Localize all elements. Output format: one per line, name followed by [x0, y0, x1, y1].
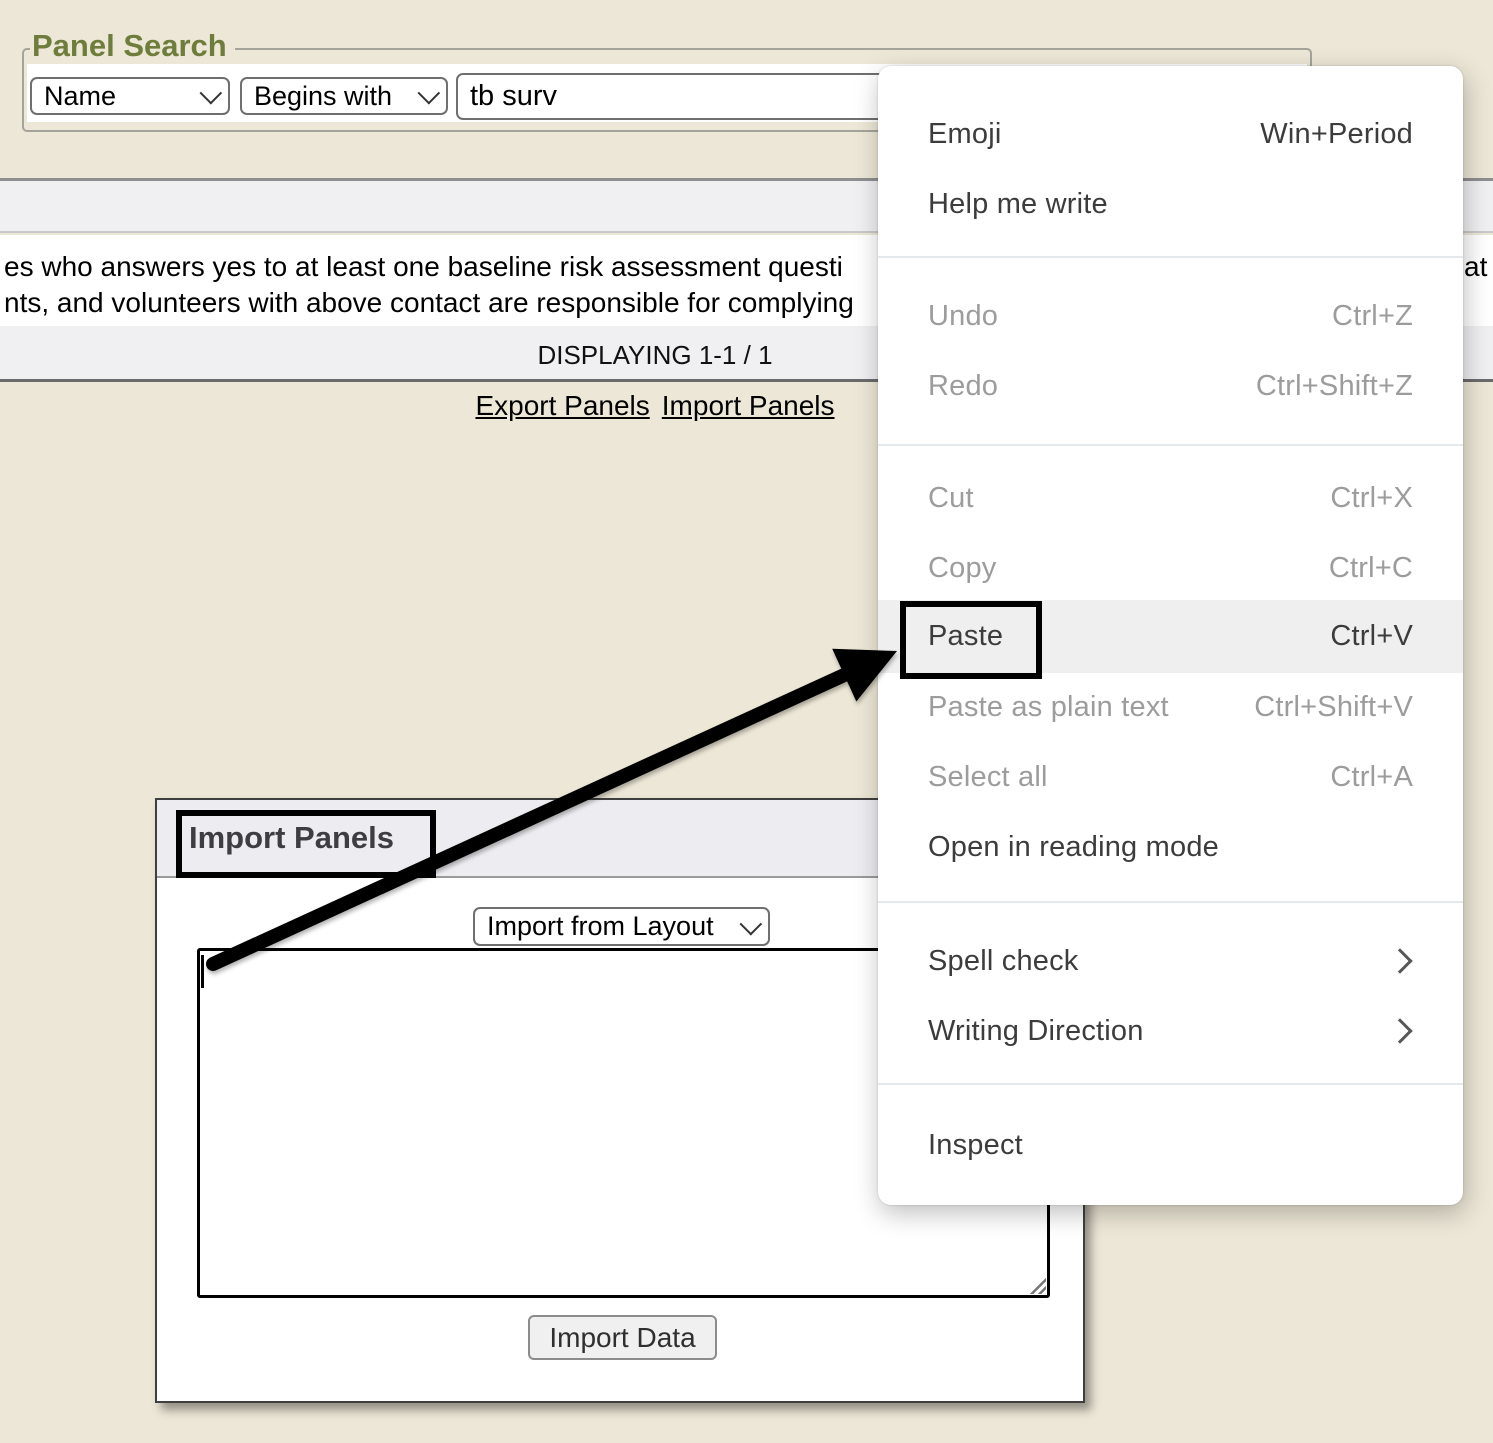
- menu-separator: [878, 256, 1463, 258]
- annotation-box-import-panels: [176, 810, 436, 878]
- menu-item-select-all[interactable]: Select all Ctrl+A: [878, 742, 1463, 812]
- search-operator-select-value: Begins with: [254, 81, 392, 112]
- chevron-right-icon: [1387, 1018, 1412, 1043]
- menu-item-redo[interactable]: Redo Ctrl+Shift+Z: [878, 351, 1463, 421]
- shortcut-label: Ctrl+X: [1330, 482, 1413, 515]
- shortcut-label: Ctrl+A: [1330, 761, 1413, 794]
- menu-item-paste-as-plain-text[interactable]: Paste as plain text Ctrl+Shift+V: [878, 672, 1463, 742]
- search-field-select[interactable]: Name: [30, 77, 230, 115]
- import-layout-select-value: Import from Layout: [487, 911, 714, 942]
- menu-item-help-me-write[interactable]: Help me write: [878, 169, 1463, 239]
- chevron-down-icon: [740, 912, 763, 935]
- shortcut-label: Ctrl+Shift+Z: [1256, 370, 1413, 403]
- row-text-line2: nts, and volunteers with above contact a…: [4, 287, 854, 319]
- menu-item-undo[interactable]: Undo Ctrl+Z: [878, 281, 1463, 351]
- import-data-button[interactable]: Import Data: [528, 1315, 717, 1360]
- panel-search-legend: Panel Search: [30, 28, 235, 64]
- menu-item-emoji[interactable]: Emoji Win+Period: [878, 99, 1463, 169]
- import-layout-select[interactable]: Import from Layout: [473, 907, 770, 946]
- menu-separator: [878, 901, 1463, 903]
- annotation-box-paste: [900, 601, 1042, 679]
- menu-item-inspect[interactable]: Inspect: [878, 1110, 1463, 1180]
- menu-item-copy[interactable]: Copy Ctrl+C: [878, 533, 1463, 603]
- import-panels-link[interactable]: Import Panels: [662, 390, 835, 421]
- shortcut-label: Ctrl+C: [1329, 552, 1413, 585]
- shortcut-label: Win+Period: [1260, 118, 1413, 151]
- menu-separator: [878, 444, 1463, 446]
- chevron-down-icon: [418, 82, 441, 105]
- shortcut-label: Ctrl+V: [1330, 620, 1413, 653]
- menu-item-writing-direction[interactable]: Writing Direction: [878, 996, 1463, 1066]
- shortcut-label: Ctrl+Z: [1332, 300, 1413, 333]
- menu-item-spell-check[interactable]: Spell check: [878, 926, 1463, 996]
- search-field-select-value: Name: [44, 81, 116, 112]
- menu-separator: [878, 1083, 1463, 1085]
- row-text-line1: es who answers yes to at least one basel…: [4, 251, 843, 283]
- shortcut-label: Ctrl+Shift+V: [1254, 691, 1413, 724]
- row-text-line1-right-fragment: at: [1464, 251, 1487, 283]
- chevron-right-icon: [1387, 948, 1412, 973]
- text-cursor: [201, 955, 204, 988]
- export-panels-link[interactable]: Export Panels: [475, 390, 649, 421]
- menu-item-open-in-reading-mode[interactable]: Open in reading mode: [878, 812, 1463, 882]
- chevron-down-icon: [200, 82, 223, 105]
- search-operator-select[interactable]: Begins with: [240, 77, 448, 115]
- menu-item-cut[interactable]: Cut Ctrl+X: [878, 463, 1463, 533]
